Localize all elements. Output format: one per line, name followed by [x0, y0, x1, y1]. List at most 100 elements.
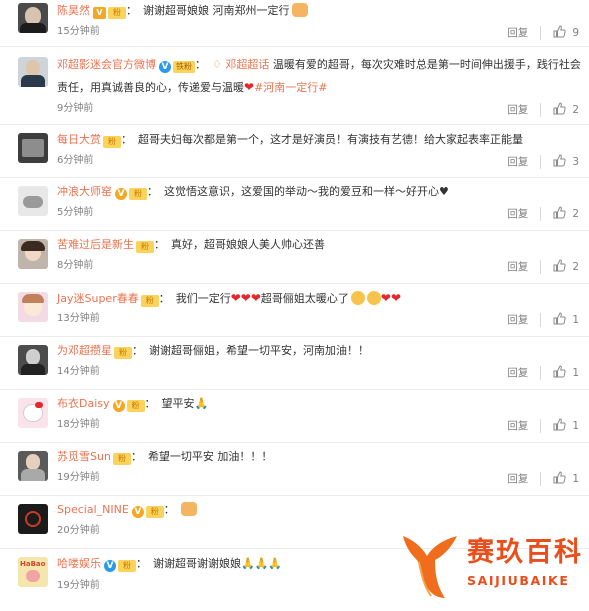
thumbs-up-icon[interactable] [553, 206, 566, 223]
avatar[interactable] [18, 186, 48, 216]
fan-level-icon[interactable]: 粉 [140, 295, 159, 307]
like-count: 1 [572, 473, 579, 485]
reply-button[interactable]: 回复 [507, 419, 542, 433]
avatar[interactable] [18, 133, 48, 163]
avatar[interactable] [18, 504, 48, 534]
comment-author[interactable]: Jay迷Super春春 [57, 292, 139, 305]
fan-level-icon[interactable]: 粉 [145, 506, 164, 518]
comment-time: 13分钟前 [57, 313, 100, 324]
fan-level-icon[interactable]: 粉 [129, 188, 147, 200]
comment-author[interactable]: 为邓超攒星 [57, 344, 112, 357]
watermark-subtitle: SAIJIUBAIKE [467, 573, 570, 588]
comment-text: 超哥夫妇每次都是第一个，这才是好演员！有演技有艺德！给大家起表率正能量 [138, 133, 523, 146]
comment-author[interactable]: 哈喽娱乐 [57, 557, 101, 570]
reply-button[interactable]: 回复 [507, 207, 542, 221]
reply-button[interactable]: 回复 [507, 366, 542, 380]
comment-item: 为邓超攒星粉： 谢谢超哥俪姐，希望一切平安，河南加油！！ 14分钟前 回复 1 [0, 337, 589, 390]
thumbs-up-icon[interactable] [553, 365, 566, 382]
diamond-icon: ♢ [212, 58, 222, 71]
comment-text: 谢谢超哥俪姐，希望一切平安，河南加油！！ [149, 344, 369, 357]
thumbs-up-icon[interactable] [553, 154, 566, 171]
comment-item: 苏觅雪Sun 粉： 希望一切平安 加油！！！ 19分钟前 回复 1 [0, 443, 589, 496]
fan-level-icon[interactable]: 粉 [118, 560, 136, 572]
comment-author[interactable]: 苦难过后是新生 [57, 238, 134, 251]
comment-item: 冲浪大师窑 V 粉：这觉悟这意识，这爱国的举动～我的爱豆和一样～好开心♥ 5分钟前 … [0, 178, 589, 231]
like-count: 3 [572, 156, 579, 168]
whale-tail-logo-icon [403, 536, 457, 598]
supertopic-link[interactable]: ♢ 邓超超话 [212, 58, 269, 71]
comment-text: 谢谢超哥娘娘 河南郑州一定行 [143, 4, 290, 17]
colon: ： [126, 4, 137, 17]
fan-level-icon[interactable]: 粉 [126, 400, 145, 412]
thumbs-up-icon[interactable] [553, 259, 566, 276]
colon: ： [130, 450, 142, 463]
fan-level-icon[interactable]: 粉 [136, 241, 154, 253]
fan-level-icon[interactable]: 粉 [112, 453, 131, 465]
verified-badge-icon[interactable]: V [104, 560, 116, 572]
fan-level-icon[interactable]: 粉 [108, 7, 126, 19]
comment-text: 望平安🙏 [161, 397, 209, 410]
colon: ： [147, 185, 158, 198]
fan-level-icon[interactable]: 粉 [103, 136, 121, 148]
reply-button[interactable]: 回复 [507, 260, 542, 274]
red-heart-icon: ❤ [250, 291, 261, 305]
flexed-biceps-emoji-icon [180, 502, 197, 516]
comment-time: 5分钟前 [57, 207, 94, 218]
comment-time: 6分钟前 [57, 155, 94, 166]
comment-item: 邓超影迷会官方微博 V 铁粉： ♢ 邓超超话 温暖有爱的超哥，每次灾难时总是第一时间伸… [0, 47, 589, 125]
like-count: 2 [572, 104, 579, 116]
like-count: 1 [572, 314, 579, 326]
thumbs-up-icon[interactable] [553, 418, 566, 435]
verified-badge-icon[interactable]: V [112, 400, 125, 412]
like-count: 9 [572, 27, 579, 39]
comment-text-part: 超哥俪姐太暖心了 [260, 292, 349, 305]
comment-time: 18分钟前 [57, 419, 100, 430]
comment-author[interactable]: 冲浪大师窑 [57, 185, 112, 198]
pleading-face-emoji-icon [350, 291, 365, 305]
avatar[interactable] [18, 398, 48, 428]
thumbs-up-icon[interactable] [553, 102, 566, 119]
red-heart-icon: ❤ [390, 291, 402, 305]
avatar[interactable] [18, 451, 48, 481]
reply-button[interactable]: 回复 [507, 103, 542, 117]
colon: ： [132, 344, 143, 357]
comment-time: 14分钟前 [57, 366, 100, 377]
hashtag-link[interactable]: #河南一定行# [254, 81, 327, 94]
reply-button[interactable]: 回复 [507, 472, 542, 486]
fan-badge[interactable]: 铁粉 [173, 61, 195, 73]
avatar[interactable]: HaBao [18, 557, 48, 587]
pleading-face-emoji-icon [366, 291, 381, 305]
avatar[interactable] [18, 239, 48, 269]
vip-badge-icon[interactable]: V [93, 7, 106, 19]
comment-author[interactable]: 陈昊然 [57, 4, 90, 17]
verified-badge-icon[interactable]: V [115, 188, 127, 200]
comment-text: 希望一切平安 加油！！！ [147, 450, 273, 463]
comment-item: 苦难过后是新生粉： 真好，超哥娘娘人美人帅心还善 8分钟前 回复 2 [0, 231, 589, 284]
comment-time: 15分钟前 [57, 26, 100, 37]
comment-time: 8分钟前 [57, 260, 94, 271]
thumbs-up-icon[interactable] [553, 25, 566, 42]
comment-item: 每日大赏粉： 超哥夫妇每次都是第一个，这才是好演员！有演技有艺德！给大家起表率正能… [0, 125, 589, 178]
reply-button[interactable]: 回复 [507, 313, 542, 327]
avatar[interactable] [18, 3, 48, 33]
thumbs-up-icon[interactable] [553, 312, 566, 329]
comment-author[interactable]: 每日大赏 [57, 133, 101, 146]
comment-author[interactable]: 邓超影迷会官方微博 [57, 58, 156, 71]
comment-author[interactable]: 布衣Daisy [57, 397, 110, 410]
comment-author[interactable]: 苏觅雪Sun [57, 450, 111, 463]
avatar[interactable] [18, 57, 48, 87]
reply-button[interactable]: 回复 [507, 26, 542, 40]
fan-level-icon[interactable]: 粉 [114, 347, 132, 359]
comment-time: 9分钟前 [57, 103, 94, 114]
verified-badge-icon[interactable]: V [159, 61, 171, 73]
colon: ： [154, 238, 165, 251]
red-heart-icon: ❤ [244, 80, 255, 94]
thumbs-up-icon[interactable] [553, 471, 566, 488]
verified-badge-icon[interactable]: V [131, 506, 144, 518]
avatar[interactable] [18, 345, 48, 375]
comment-author[interactable]: Special_NINE [57, 503, 129, 516]
red-heart-icon: ❤ [230, 291, 241, 305]
like-count: 1 [572, 420, 579, 432]
avatar[interactable] [18, 292, 48, 322]
reply-button[interactable]: 回复 [507, 155, 542, 169]
